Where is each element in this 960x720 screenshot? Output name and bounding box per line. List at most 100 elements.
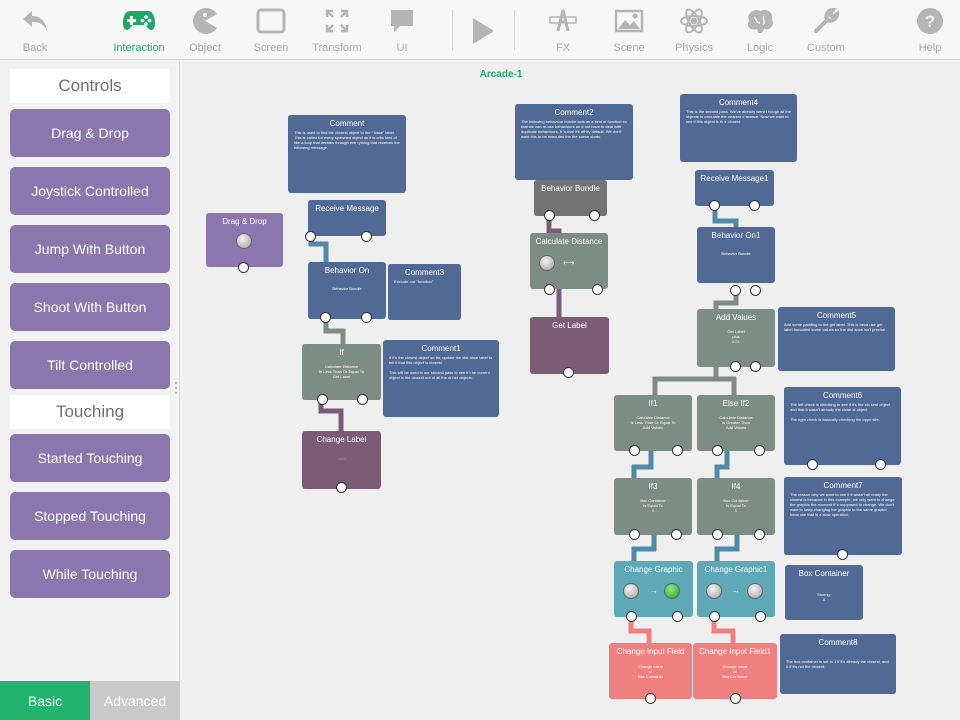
sidebar-item-drag-drop[interactable]: Drag & Drop	[10, 109, 170, 157]
output-port[interactable]	[672, 611, 683, 622]
add-values-node[interactable]: Add Values Get Label plus 0.01	[697, 309, 775, 367]
output-port[interactable]	[544, 284, 555, 295]
sidebar-item-while-touching[interactable]: While Touching	[10, 550, 170, 598]
output-port[interactable]	[730, 693, 741, 704]
get-label-node[interactable]: Get Label	[530, 317, 609, 374]
output-port[interactable]	[750, 285, 761, 296]
output-port[interactable]	[749, 200, 760, 211]
gamepad-icon	[104, 4, 174, 38]
interaction-tab[interactable]: Interaction	[104, 4, 174, 54]
if3-node[interactable]: If3 Box Container Is Equal To 0	[614, 478, 692, 535]
transform-tab[interactable]: Transform	[302, 4, 372, 54]
back-arrow-icon	[0, 4, 70, 38]
drag-drop-node[interactable]: Drag & Drop	[206, 213, 283, 267]
output-port[interactable]	[837, 549, 848, 560]
scene-label: Scene	[613, 42, 645, 54]
output-port[interactable]	[320, 312, 331, 323]
output-port[interactable]	[712, 445, 723, 456]
output-port[interactable]	[336, 482, 347, 493]
output-port[interactable]	[626, 611, 637, 622]
sidebar-item-stopped-touching[interactable]: Stopped Touching	[10, 492, 170, 540]
sidebar-item-shoot-with-button[interactable]: Shoot With Button	[10, 283, 170, 331]
back-button[interactable]: Back	[0, 4, 70, 54]
toggle-knob-icon	[236, 233, 252, 249]
output-port[interactable]	[875, 459, 886, 470]
custom-tab[interactable]: Custom	[791, 4, 861, 54]
sidebar-item-joystick-controlled[interactable]: Joystick Controlled	[10, 167, 170, 215]
output-port[interactable]	[730, 285, 741, 296]
output-port[interactable]	[592, 284, 603, 295]
output-port[interactable]	[754, 445, 765, 456]
output-port[interactable]	[544, 210, 555, 221]
output-port[interactable]	[709, 611, 720, 622]
change-label-node[interactable]: Change Label Label	[302, 431, 381, 489]
comment3-node[interactable]: Comment3 Execute our "function"	[388, 264, 461, 320]
sidebar-item-tilt-controlled[interactable]: Tilt Controlled	[10, 341, 170, 389]
comment1-node[interactable]: Comment1 If it's the closest object so f…	[383, 340, 499, 417]
change-input-field1-node[interactable]: Change Input Field1 Change value of Box …	[693, 643, 777, 699]
output-port[interactable]	[317, 394, 328, 405]
output-port[interactable]	[709, 200, 720, 211]
play-button[interactable]	[448, 14, 518, 48]
comment4-node[interactable]: Comment4 This is the second pass. We've …	[680, 94, 797, 162]
if4-node[interactable]: If4 Box Container Is Equal To 1	[697, 478, 775, 535]
output-port[interactable]	[645, 693, 656, 704]
change-input-field-node[interactable]: Change Input Field Change value of Box C…	[609, 643, 692, 699]
output-port[interactable]	[589, 210, 600, 221]
receive-message1-node[interactable]: Receive Message1	[695, 170, 774, 206]
tab-advanced[interactable]: Advanced	[90, 681, 180, 720]
output-port[interactable]	[672, 445, 683, 456]
object-label: Object	[189, 42, 221, 54]
if1-node[interactable]: If1 Calculate Distance Is Less Than Or E…	[614, 395, 692, 451]
output-port[interactable]	[754, 529, 765, 540]
question-icon: ?	[895, 4, 960, 38]
else-if2-node[interactable]: Else If2 Calculate Distance Is Greater T…	[697, 395, 775, 451]
behavior-on1-node[interactable]: Behavior On1 Behavior Bundle	[697, 227, 775, 283]
logic-tab[interactable]: Logic	[725, 4, 795, 54]
object-tab[interactable]: Object	[170, 4, 240, 54]
change-graphic-node[interactable]: Change Graphic →	[614, 561, 693, 617]
output-port[interactable]	[750, 361, 761, 372]
output-port[interactable]	[730, 361, 741, 372]
comment2-node[interactable]: Comment2 The following behaviour bundle …	[515, 104, 633, 180]
fx-tab[interactable]: FX	[528, 4, 598, 54]
output-port[interactable]	[671, 529, 682, 540]
physics-tab[interactable]: Physics	[659, 4, 729, 54]
output-port[interactable]	[238, 262, 249, 273]
scene-tab[interactable]: Scene	[594, 4, 664, 54]
change-graphic1-node[interactable]: Change Graphic1 →	[697, 561, 775, 617]
output-port[interactable]	[807, 459, 818, 470]
output-port[interactable]	[305, 231, 316, 242]
sidebar-item-started-touching[interactable]: Started Touching	[10, 434, 170, 482]
sidebar-item-jump-with-button[interactable]: Jump With Button	[10, 225, 170, 273]
wire	[711, 619, 736, 646]
box-container-node[interactable]: Box Container Storing: 0	[785, 565, 863, 620]
output-port[interactable]	[361, 231, 372, 242]
output-port[interactable]	[357, 394, 368, 405]
comment5-node[interactable]: Comment5 Add some padding to the get lab…	[778, 307, 895, 371]
output-port[interactable]	[563, 367, 574, 378]
comment8-node[interactable]: Comment8 The box container is set to 1 i…	[780, 634, 896, 694]
ui-tab[interactable]: UI	[367, 4, 437, 54]
comment-node[interactable]: Comment This is used to find the closest…	[288, 115, 406, 193]
behavior-canvas[interactable]: Arcade-1 Comment This is used to find th…	[181, 61, 960, 720]
receive-message-node[interactable]: Receive Message	[308, 200, 386, 236]
behavior-on-node[interactable]: Behavior On Behavior Bundle	[308, 262, 386, 319]
tab-basic[interactable]: Basic	[0, 681, 90, 720]
output-port[interactable]	[712, 529, 723, 540]
help-button[interactable]: ? Help	[895, 4, 960, 54]
ui-label: UI	[396, 42, 408, 54]
toggle-knob-icon	[539, 255, 555, 271]
comment6-node[interactable]: Comment6 The left check is checking to s…	[784, 387, 901, 465]
comment7-node[interactable]: Comment7 The reason why we want to see i…	[784, 477, 902, 555]
sidebar-resize-handle[interactable]: · · ·	[174, 376, 178, 398]
svg-text:?: ?	[925, 12, 935, 31]
output-port[interactable]	[755, 611, 766, 622]
output-port[interactable]	[361, 312, 372, 323]
output-port[interactable]	[629, 529, 640, 540]
help-label: Help	[918, 42, 942, 54]
output-port[interactable]	[629, 445, 640, 456]
if-node[interactable]: If Calculate Distance Is Less Than Or Eq…	[302, 344, 381, 400]
screen-tab[interactable]: Screen	[236, 4, 306, 54]
calculate-distance-node[interactable]: Calculate Distance ⟷	[530, 233, 608, 289]
